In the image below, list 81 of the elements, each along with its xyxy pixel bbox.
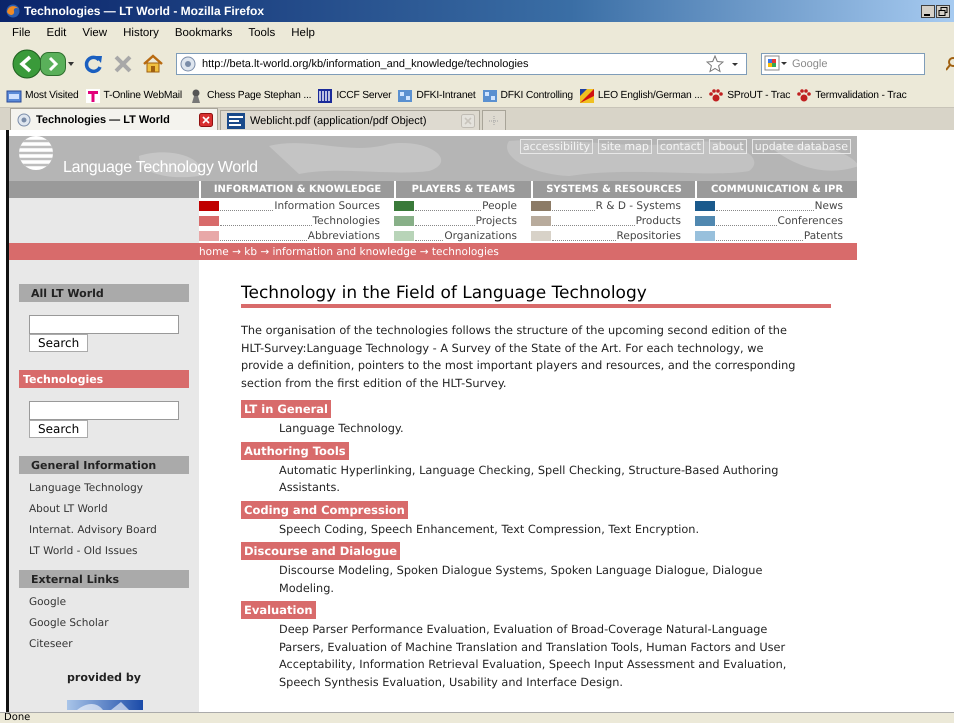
bookmark-link[interactable]: T-Online WebMail [84, 88, 182, 104]
sidebar-link[interactable]: Internat. Advisory Board [29, 519, 189, 540]
search-icon[interactable] [946, 56, 954, 72]
bookmark-link[interactable]: DFKI-Intranet [397, 88, 476, 104]
sidebar-heading: General Information [19, 456, 189, 474]
topic-description: Language Technology. [278, 421, 405, 437]
paw-icon [708, 88, 724, 104]
folder-icon [6, 88, 22, 104]
bookmark-link[interactable]: DFKI Controlling [482, 88, 573, 104]
bookmark-link[interactable]: Chess Page Stephan ... [188, 88, 312, 104]
sidebar-heading: Technologies [19, 370, 189, 388]
nav-link[interactable]: Conferences [778, 214, 843, 226]
sidebar-link[interactable]: About LT World [29, 498, 189, 519]
sidebar-link[interactable]: Language Technology [29, 477, 189, 498]
site-title: Language Technology World [63, 158, 258, 176]
browser-tab[interactable]: Technologies — LT World [10, 108, 218, 130]
url-text: http://beta.lt-world.org/kb/information_and_knowledge/technologies [202, 58, 529, 70]
status-text: Done [3, 713, 32, 723]
menu-item[interactable]: Help [285, 25, 321, 41]
nav-link[interactable]: Products [636, 214, 681, 226]
search-input[interactable] [29, 401, 179, 420]
site-identity-icon [180, 56, 196, 72]
nav-link[interactable]: News [814, 200, 843, 212]
bookmark-link[interactable]: LEO English/German ... [578, 88, 702, 104]
search-engine-icon[interactable] [764, 55, 788, 73]
sidebar-heading: External Links [19, 570, 189, 588]
bookmark-link[interactable]: SProUT - Trac [708, 88, 790, 104]
search-placeholder: Google [792, 58, 828, 70]
address-field[interactable]: http://beta.lt-world.org/kb/information_and_knowledge/technologies [176, 53, 747, 75]
bars-icon [317, 88, 334, 104]
menu-item[interactable]: File [6, 25, 37, 41]
home-icon[interactable] [142, 53, 164, 75]
intro-paragraph: The organisation of the technologies follows the structure of the upcoming second edition of the HLT-Survey:Language Technology - A Survey of the State of the Art. For each technology, we provide a definition, pointers to the most important players and resources, and the corresponding section from the first edition of the HLT-Survey. [241, 323, 796, 392]
nav-link[interactable]: Organizations [444, 230, 517, 242]
nav-link[interactable]: Patents [804, 230, 843, 242]
menu-item[interactable]: History [117, 25, 165, 41]
network-icon [482, 88, 498, 104]
reload-icon[interactable] [82, 53, 104, 75]
provided-by-label: provided by [66, 671, 142, 684]
topic-description: Deep Parser Performance Evaluation, Evaluation of Broad-Coverage Natural-Language Parsers, Evaluation of Machine Translation and Translation Tools, Human Factors and User Acceptability, Information Retrieval Evaluation, Speech Input Assessment and Evaluation, Speech Synthesis Evaluation, Usability and Interface Design. [278, 622, 788, 690]
menu-item[interactable]: View [76, 25, 114, 41]
nav-link[interactable]: Projects [476, 214, 517, 226]
bookmark-link[interactable]: Termvalidation - Trac [796, 88, 907, 104]
bookmark-link[interactable]: ICCF Server [317, 88, 392, 104]
minimize-icon[interactable] [921, 4, 935, 18]
nav-link[interactable]: R & D - Systems [596, 200, 681, 212]
nav-link[interactable]: Technologies [312, 214, 380, 226]
search-input[interactable] [29, 315, 179, 334]
sidebar-link[interactable]: Google [29, 591, 189, 612]
search-button[interactable]: Search [29, 334, 88, 352]
sidebar-link[interactable]: Google Scholar [29, 612, 189, 633]
window-title: Technologies — LT World - Mozilla Firefox [24, 4, 264, 18]
plus-icon [489, 116, 499, 126]
paw-icon [796, 88, 812, 104]
network-icon [397, 88, 414, 104]
nav-link[interactable]: Repositories [616, 230, 681, 242]
letter-icon [84, 88, 100, 104]
search-button[interactable]: Search [29, 420, 88, 438]
page-heading: Technology in the Field of Language Technology [241, 282, 831, 308]
close-icon[interactable] [199, 112, 213, 126]
fox-globe-icon [6, 4, 20, 18]
flag-icon [578, 88, 595, 104]
nav-link[interactable]: People [482, 200, 517, 212]
search-field[interactable]: Google [761, 53, 925, 75]
sidebar-link[interactable]: LT World - Old Issues [29, 540, 189, 561]
menu-item[interactable]: Tools [242, 25, 282, 41]
star-icon[interactable] [706, 55, 724, 73]
topic-description: Discourse Modeling, Spoken Dialogue Systems, Spoken Language Dialogue, Dialogue Modeling. [278, 563, 764, 596]
menu-item[interactable]: Edit [40, 25, 72, 41]
sidebar-heading: All LT World [19, 284, 189, 302]
topic-description: Speech Coding, Speech Enhancement, Text Compression, Text Encryption. [278, 522, 700, 538]
nav-link[interactable]: Information Sources [274, 200, 380, 212]
forward-icon[interactable] [40, 52, 74, 76]
sidebar-link[interactable]: Citeseer [29, 633, 189, 654]
topic-description: Automatic Hyperlinking, Language Checking, Spell Checking, Structure-Based Authoring Assistants. [278, 462, 780, 496]
menu-item[interactable]: Bookmarks [168, 25, 238, 41]
restore-icon[interactable] [936, 4, 950, 18]
bookmark-link[interactable]: Most Visited [6, 88, 78, 104]
nav-link[interactable]: Abbreviations [308, 230, 380, 242]
globe-icon [17, 112, 31, 126]
browser-tab[interactable]: Weblicht.pdf (application/pdf Object) [220, 110, 480, 130]
